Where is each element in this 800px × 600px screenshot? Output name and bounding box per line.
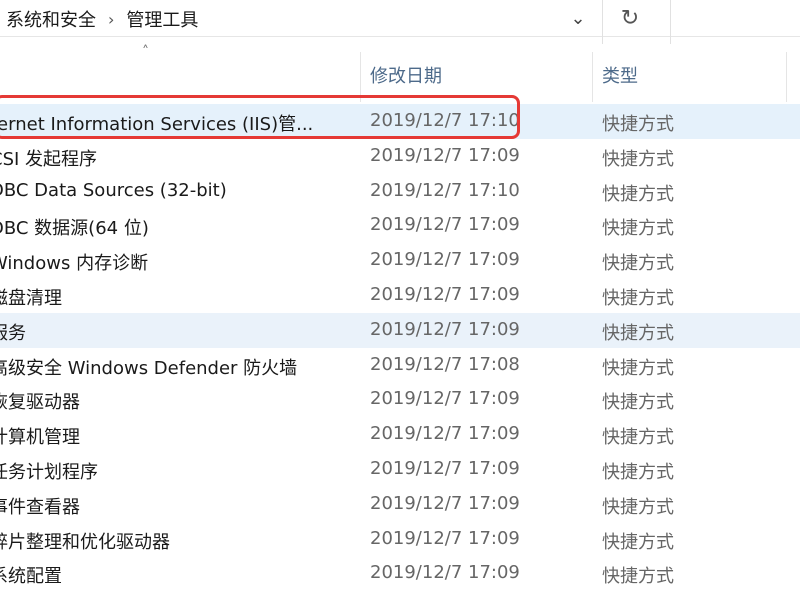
refresh-icon[interactable]: ↻ — [612, 4, 648, 32]
file-type: 快捷方式 — [602, 218, 674, 240]
file-modified-date: 2019/12/7 17:09 — [370, 562, 520, 584]
file-type: 快捷方式 — [602, 287, 674, 309]
file-row[interactable]: 事件查看器 2019/12/7 17:09 快捷方式 — [0, 487, 800, 522]
file-type: 快捷方式 — [602, 322, 674, 344]
file-name: 系统配置 — [0, 566, 62, 588]
column-divider[interactable] — [360, 52, 361, 102]
file-type: 快捷方式 — [602, 427, 674, 449]
file-row[interactable]: ternet Information Services (IIS)管... 201… — [0, 104, 800, 139]
file-name: CSI 发起程序 — [0, 148, 98, 170]
search-box[interactable] — [680, 0, 800, 36]
file-row[interactable]: Windows 内存诊断 2019/12/7 17:09 快捷方式 — [0, 243, 800, 278]
file-modified-date: 2019/12/7 17:09 — [370, 144, 520, 166]
file-modified-date: 2019/12/7 17:09 — [370, 388, 520, 410]
file-type: 快捷方式 — [602, 183, 674, 205]
file-name: 恢复驱动器 — [0, 392, 80, 414]
file-name: DBC 数据源(64 位) — [0, 218, 149, 240]
file-row[interactable]: 高级安全 Windows Defender 防火墙 2019/12/7 17:08… — [0, 348, 800, 383]
file-row[interactable]: 计算机管理 2019/12/7 17:09 快捷方式 — [0, 417, 800, 452]
breadcrumb-item-system-security[interactable]: 系统和安全 — [6, 6, 96, 32]
file-type: 快捷方式 — [602, 114, 674, 135]
file-row[interactable]: DBC 数据源(64 位) 2019/12/7 17:09 快捷方式 — [0, 208, 800, 243]
file-modified-date: 2019/12/7 17:10 — [370, 110, 520, 131]
file-type: 快捷方式 — [602, 496, 674, 518]
file-modified-date: 2019/12/7 17:09 — [370, 249, 520, 271]
file-modified-date: 2019/12/7 17:09 — [370, 283, 520, 305]
file-name: 高级安全 Windows Defender 防火墙 — [0, 357, 298, 379]
file-row[interactable]: 系统配置 2019/12/7 17:09 快捷方式 — [0, 556, 800, 591]
column-header-date[interactable]: 修改日期 — [370, 62, 442, 88]
file-modified-date: 2019/12/7 17:09 — [370, 423, 520, 445]
file-row[interactable]: 服务 2019/12/7 17:09 快捷方式 — [0, 312, 800, 348]
file-row[interactable]: 碎片整理和优化驱动器 2019/12/7 17:09 快捷方式 — [0, 522, 800, 557]
file-row[interactable]: 恢复驱动器 2019/12/7 17:09 快捷方式 — [0, 382, 800, 417]
file-row[interactable]: DBC Data Sources (32-bit) 2019/12/7 17:10… — [0, 174, 800, 209]
chevron-down-icon[interactable]: ⌄ — [560, 4, 596, 32]
file-row[interactable]: CSI 发起程序 2019/12/7 17:09 快捷方式 — [0, 139, 800, 174]
file-type: 快捷方式 — [602, 392, 674, 414]
file-type: 快捷方式 — [602, 461, 674, 483]
column-header-type[interactable]: 类型 — [602, 62, 638, 88]
breadcrumb-item-admin-tools[interactable]: 管理工具 — [126, 6, 198, 32]
divider — [670, 0, 671, 44]
file-modified-date: 2019/12/7 17:09 — [370, 318, 520, 340]
file-type: 快捷方式 — [602, 148, 674, 170]
file-modified-date: 2019/12/7 17:10 — [370, 179, 520, 201]
breadcrumb: 系统和安全 › 管理工具 — [6, 6, 198, 32]
file-modified-date: 2019/12/7 17:09 — [370, 214, 520, 236]
file-name: 磁盘清理 — [0, 287, 62, 309]
file-row[interactable]: 磁盘清理 2019/12/7 17:09 快捷方式 — [0, 278, 800, 313]
file-modified-date: 2019/12/7 17:09 — [370, 457, 520, 479]
column-header-bar: 修改日期 类型 — [0, 44, 800, 102]
column-divider[interactable] — [786, 52, 787, 102]
file-type: 快捷方式 — [602, 357, 674, 379]
file-name: 碎片整理和优化驱动器 — [0, 531, 170, 553]
file-list: ternet Information Services (IIS)管... 201… — [0, 104, 800, 591]
file-type: 快捷方式 — [602, 566, 674, 588]
file-type: 快捷方式 — [602, 531, 674, 553]
file-name: 计算机管理 — [0, 427, 80, 449]
file-row[interactable]: 任务计划程序 2019/12/7 17:09 快捷方式 — [0, 452, 800, 487]
divider — [602, 0, 603, 44]
file-modified-date: 2019/12/7 17:09 — [370, 492, 520, 514]
file-type: 快捷方式 — [602, 253, 674, 275]
file-name: DBC Data Sources (32-bit) — [0, 179, 227, 201]
file-name: 服务 — [0, 322, 26, 344]
file-name: Windows 内存诊断 — [0, 253, 149, 275]
chevron-right-icon[interactable]: › — [108, 10, 114, 29]
sort-ascending-icon: ˄ — [142, 44, 149, 60]
file-modified-date: 2019/12/7 17:09 — [370, 527, 520, 549]
file-name: ternet Information Services (IIS)管... — [0, 114, 314, 135]
column-divider[interactable] — [592, 52, 593, 102]
file-name: 事件查看器 — [0, 496, 80, 518]
file-name: 任务计划程序 — [0, 461, 98, 483]
file-modified-date: 2019/12/7 17:08 — [370, 353, 520, 375]
